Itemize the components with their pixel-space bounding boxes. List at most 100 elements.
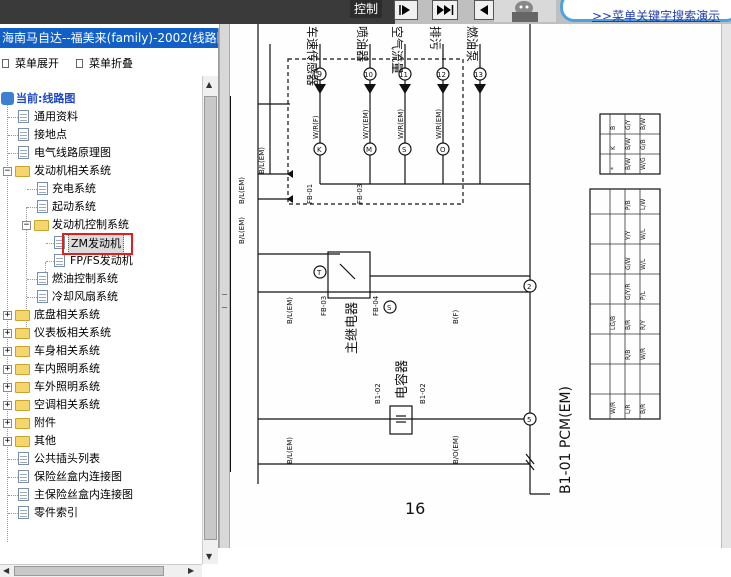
pin-label: B/W [625,138,632,150]
expand-icon [2,58,9,68]
scroll-up-icon[interactable]: ▲ [206,80,212,89]
wire-label: W/R(EM) [397,109,405,139]
tree-item-label: 电气线路原理图 [34,146,111,159]
document-icon [18,452,29,465]
collapse-toggle-icon[interactable]: − [3,167,12,176]
tree-item-label: 发动机相关系统 [34,164,111,177]
tree-item-label: 冷却风扇系统 [52,290,118,303]
circle-label: 13 [474,71,483,79]
component-label: 燃油泵 [465,26,480,62]
document-icon [18,110,29,123]
document-icon [18,470,29,483]
document-icon [37,182,48,195]
document-icon [37,200,48,213]
document-icon [37,290,48,303]
folder-icon [15,436,30,447]
pin-label: B [610,126,617,130]
splitter-grip-icon[interactable] [222,294,227,308]
tree-item-label: 主保险丝盒内连接图 [34,488,133,501]
pin-label: K [610,145,617,150]
tree-item-label: 充电系统 [52,182,96,195]
document-icon [18,128,29,141]
expand-toggle-icon[interactable]: + [3,401,12,410]
diagram-vertical-scrollbar[interactable] [721,24,731,548]
wire-label: W/R(F) [312,115,320,139]
pin-label: P/L [640,290,647,300]
pin-label: W/L [640,258,647,270]
pin-label: Y/Y [625,230,632,241]
search-demo-link[interactable]: >>菜单关键字搜索演示 [592,7,720,24]
pin-label: B/W [625,158,632,170]
toolbar: 控制 >>菜单关键字搜索演示 [0,0,731,24]
expand-toggle-icon[interactable]: + [3,329,12,338]
expand-toggle-icon[interactable]: + [3,347,12,356]
expand-toggle-icon[interactable]: + [3,365,12,374]
circle-label: 12 [437,71,446,79]
folder-icon [15,328,30,339]
collapse-menu-button[interactable]: 菜单折叠 [76,55,133,71]
last-page-icon[interactable] [432,0,458,20]
prev-page-icon[interactable] [474,0,494,20]
component-label: 排污 [428,26,442,50]
folder-icon [15,418,30,429]
document-icon [37,272,48,285]
tree-item-label: 车内照明系统 [34,362,100,375]
tree-item-label: 零件索引 [34,506,78,519]
folder-icon [15,382,30,393]
pin-label: * [610,167,617,170]
expand-toggle-icon[interactable]: + [3,383,12,392]
panel-title: 海南马自达--福美来(family)-2002(线路图) [0,28,218,48]
expand-toggle-icon[interactable]: + [3,311,12,320]
menu-row: 菜单展开 菜单折叠 [0,52,218,72]
pin-label: W/L [640,228,647,240]
expand-toggle-icon[interactable]: + [3,419,12,428]
circle-label: O [440,146,446,154]
next-page-icon[interactable] [394,0,418,20]
wire-label: B/L(EM) [286,297,294,324]
wire-label: B/L(EM) [238,177,246,204]
scroll-left-icon[interactable]: ◀ [3,566,9,575]
tree-item-label: 发动机控制系统 [52,218,129,231]
folder-open-icon [34,220,49,231]
collapse-menu-label: 菜单折叠 [89,57,133,70]
circle-label: 10 [364,71,373,79]
folder-icon [15,400,30,411]
scroll-thumb[interactable] [204,96,217,540]
wire-label: B/O(EM) [452,435,460,464]
circle-label: S [402,146,407,154]
expand-toggle-icon[interactable]: + [3,437,12,446]
page-number: 16 [405,499,425,518]
pin-label: B/R [640,404,647,414]
wire-label: B/L(EM) [286,437,294,464]
scroll-thumb[interactable] [14,566,164,576]
tree-horizontal-scrollbar[interactable]: ◀ ▶ [0,564,202,577]
circle-label: S [387,304,392,312]
tree-item-label: 接地点 [34,128,67,141]
panel-splitter[interactable] [219,24,230,548]
expand-menu-button[interactable]: 菜单展开 [2,55,59,71]
tree-item-label: 其他 [34,434,56,447]
scroll-right-icon[interactable]: ▶ [188,566,194,575]
tree-item-label: 燃油控制系统 [52,272,118,285]
document-icon [54,254,65,267]
mascot-icon [494,0,556,22]
component-label: 喷油器 [355,26,369,62]
pin-label: B/W [640,118,647,130]
component-label: 空气流量 [390,26,405,74]
collapse-toggle-icon[interactable]: − [22,221,31,230]
pcm-label: B1-01 PCM(EM) [558,386,574,494]
tree-vertical-scrollbar[interactable]: ▲ ▼ [202,76,218,564]
circle-label: T [316,269,322,277]
pin-label: R/B [625,350,632,360]
tree-item-label: 公共插头列表 [34,452,100,465]
tree-item-label: 底盘相关系统 [34,308,100,321]
circle-label: 2 [527,283,531,291]
tree-view: 当前:线路图 通用资料 接地点 电气线路原理图 − 发动机相关系统 充电系统 起… [0,90,200,546]
tree-item-label: 车身相关系统 [34,344,100,357]
pin-label: W/R [640,348,647,360]
wire-label: B/L(EM) [258,147,266,174]
pin-label: B/R [625,320,632,330]
pin-label: L/W [640,199,647,210]
scroll-down-icon[interactable]: ▼ [206,552,212,561]
control-label: 控制 [350,0,383,18]
